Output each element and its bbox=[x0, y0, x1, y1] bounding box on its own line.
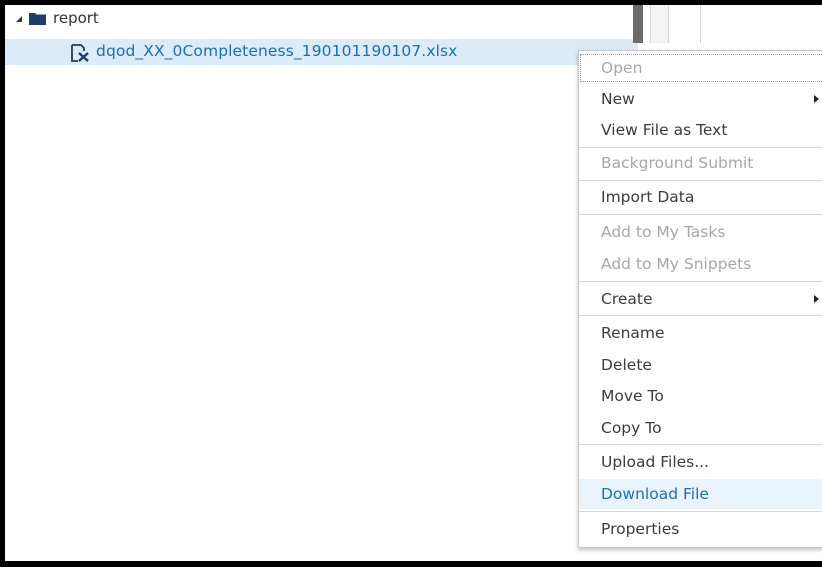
tree-row-selected-file[interactable]: dqod_XX_0Completeness_190101190107.xlsx bbox=[5, 39, 638, 65]
menu-item-open[interactable]: Open bbox=[579, 53, 822, 83]
menu-item-move-to[interactable]: Move To bbox=[579, 381, 822, 411]
file-label: dqod_XX_0Completeness_190101190107.xlsx bbox=[96, 42, 458, 60]
menu-separator bbox=[579, 511, 822, 512]
menu-item-properties[interactable]: Properties bbox=[579, 514, 822, 544]
folder-icon bbox=[29, 13, 46, 25]
menu-item-upload-files[interactable]: Upload Files... bbox=[579, 447, 822, 477]
menu-separator bbox=[579, 315, 822, 316]
menu-separator bbox=[579, 444, 822, 445]
menu-separator bbox=[579, 180, 822, 181]
menu-item-view-file-as-text[interactable]: View File as Text bbox=[579, 115, 822, 145]
menu-item-add-to-my-tasks[interactable]: Add to My Tasks bbox=[579, 217, 822, 247]
menu-item-add-to-my-snippets[interactable]: Add to My Snippets bbox=[579, 249, 822, 279]
folder-label: report bbox=[53, 9, 99, 27]
menu-item-import-data[interactable]: Import Data bbox=[579, 182, 822, 212]
excel-file-icon bbox=[71, 44, 89, 62]
menu-item-background-submit[interactable]: Background Submit bbox=[579, 148, 822, 178]
context-menu: Open New View File as Text Background Su… bbox=[578, 50, 822, 548]
panel-divider bbox=[650, 5, 669, 43]
menu-item-delete[interactable]: Delete bbox=[579, 350, 822, 380]
menu-item-copy-to[interactable]: Copy To bbox=[579, 413, 822, 443]
submenu-arrow-icon bbox=[814, 95, 819, 103]
menu-item-download-file[interactable]: Download File bbox=[579, 479, 822, 509]
menu-separator bbox=[579, 281, 822, 282]
scrollbar-thumb[interactable] bbox=[633, 5, 643, 43]
submenu-arrow-icon bbox=[814, 295, 819, 303]
panel-divider-line bbox=[700, 5, 701, 43]
menu-separator bbox=[579, 214, 822, 215]
tree-row-report-folder[interactable]: report bbox=[5, 8, 638, 34]
menu-item-create[interactable]: Create bbox=[579, 284, 822, 314]
menu-item-rename[interactable]: Rename bbox=[579, 318, 822, 348]
collapse-arrow-icon[interactable] bbox=[16, 16, 22, 22]
menu-item-new[interactable]: New bbox=[579, 84, 822, 114]
